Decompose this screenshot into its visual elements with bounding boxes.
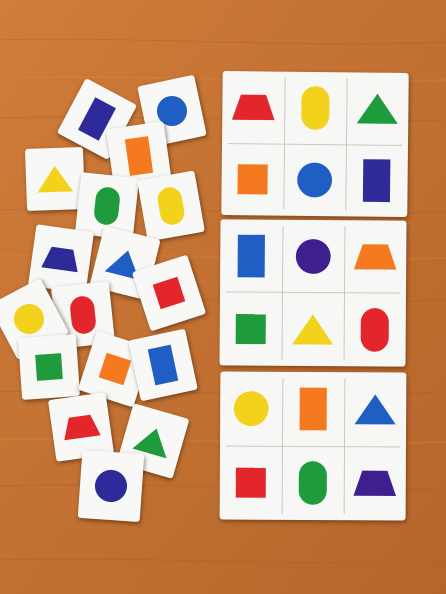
photo-scene [0, 0, 446, 594]
green-square-mark [235, 313, 266, 345]
yellow-oval-mark [301, 86, 330, 130]
blue-triangle-mark [354, 394, 396, 425]
shape-card-yellow-triangle[interactable] [24, 147, 86, 211]
orange-rectangle-mark [124, 136, 154, 176]
yellow-circle-mark [13, 303, 45, 335]
blue-rectangle-mark [237, 234, 265, 278]
yellow-triangle-mark [37, 166, 74, 193]
orange-square-mark [237, 164, 268, 195]
board-2-shapes [235, 234, 397, 352]
yellow-oval-mark [157, 187, 185, 225]
orange-trapezoid-mark [353, 244, 397, 270]
board-3-shapes [233, 387, 397, 505]
shape-card-blue-rectangle[interactable] [128, 328, 198, 402]
lotto-board-1 [221, 71, 409, 217]
board-1-shapes [231, 86, 398, 203]
red-trapezoid-mark [231, 94, 275, 121]
indigo-rectangle-mark [362, 159, 391, 203]
orange-square-mark [98, 352, 132, 386]
yellow-oval-shape [157, 187, 185, 225]
blue-rectangle-mark [147, 344, 179, 386]
shape-card-green-square[interactable] [17, 334, 81, 400]
blue-circle-mark [297, 162, 333, 198]
green-oval-mark [94, 187, 120, 225]
green-square-shape [35, 353, 63, 381]
green-square-mark [35, 353, 63, 381]
lotto-board-3 [219, 371, 407, 521]
yellow-circle-mark [233, 391, 269, 427]
lotto-board-2 [219, 219, 407, 367]
red-square-mark [235, 467, 266, 498]
yellow-triangle-mark [292, 314, 334, 345]
yellow-triangle-shape [37, 166, 74, 193]
red-trapezoid-mark [64, 414, 101, 441]
indigo-circle-shape [94, 469, 128, 503]
indigo-circle-mark [94, 469, 128, 503]
orange-rectangle-mark [299, 387, 327, 431]
shape-card-indigo-circle[interactable] [77, 449, 145, 523]
green-oval-mark [298, 461, 327, 505]
indigo-trapezoid-mark [41, 246, 78, 273]
green-triangle-mark [356, 93, 398, 124]
purple-trapezoid-mark [353, 470, 397, 497]
shape-card-yellow-oval[interactable] [137, 170, 205, 242]
red-oval-mark [70, 296, 96, 334]
purple-circle-mark [295, 239, 331, 274]
red-square-mark [152, 276, 186, 310]
red-oval-mark [360, 308, 389, 352]
blue-rectangle-shape [147, 344, 179, 386]
